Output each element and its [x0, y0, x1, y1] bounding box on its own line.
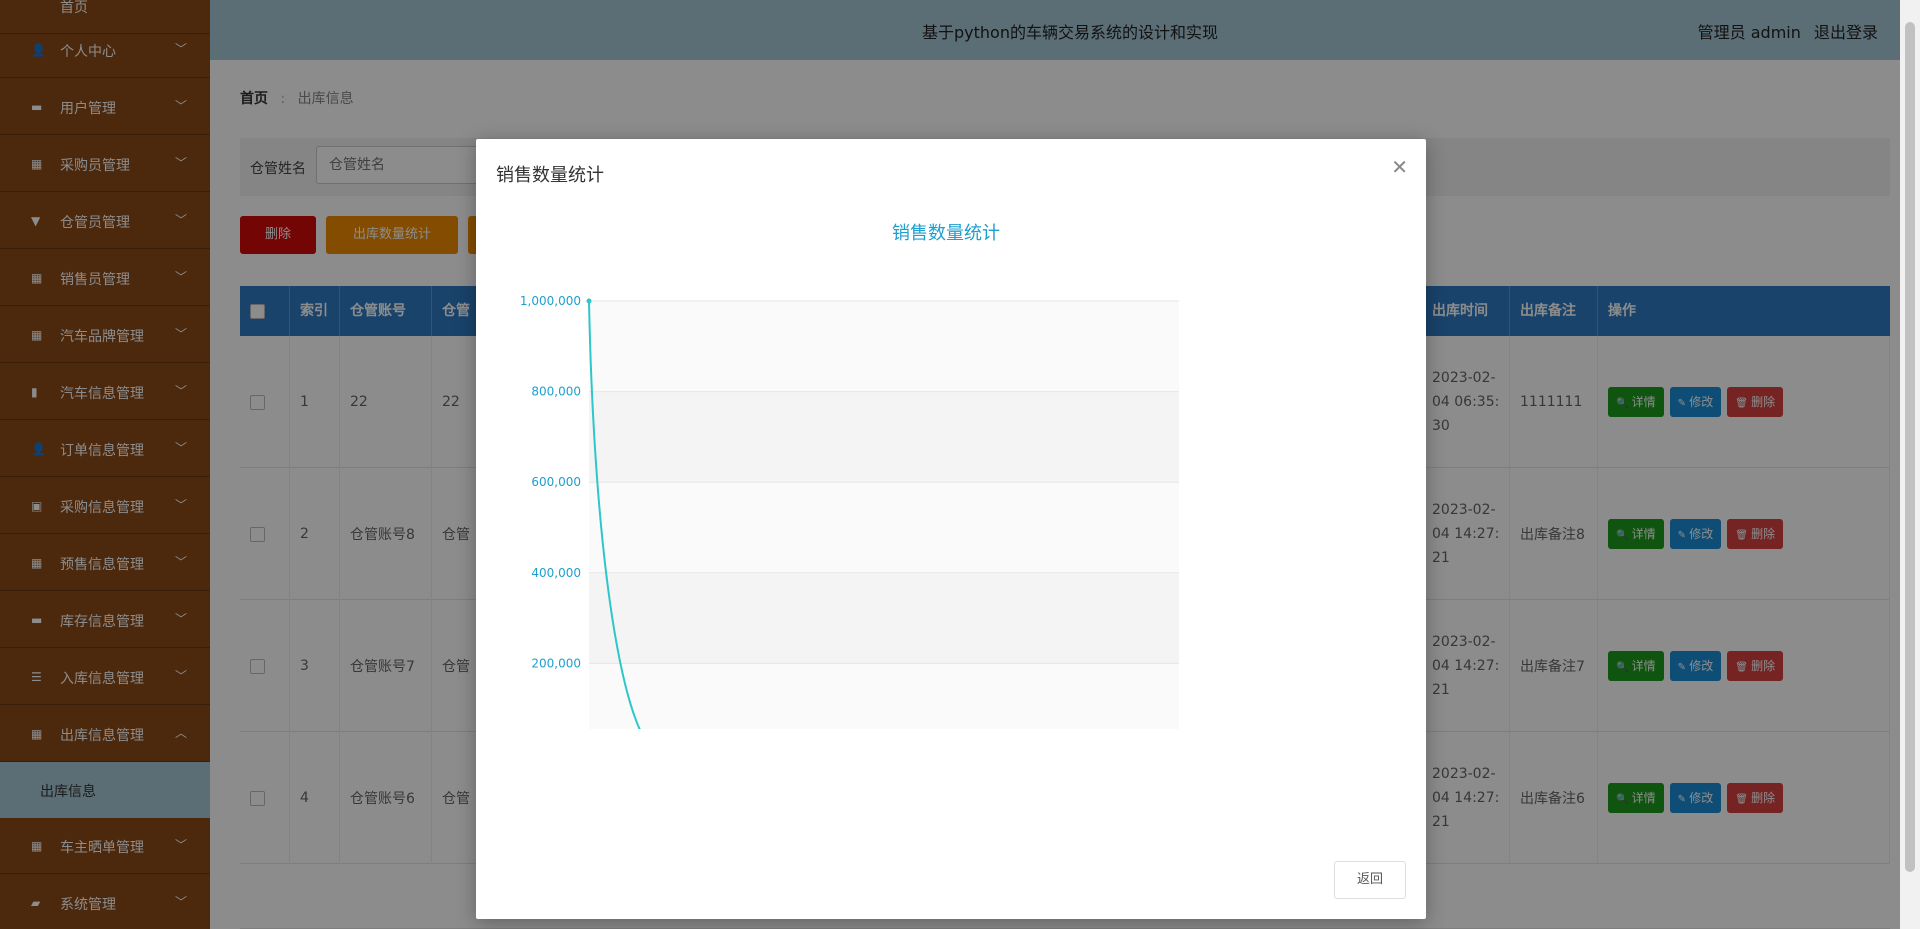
page-scrollbar[interactable] — [1900, 0, 1920, 929]
sales-chart: 销售数量统计 0200,000400,000600,000800,0001,00… — [520, 223, 1179, 729]
chart-band — [589, 663, 1179, 729]
chart-band — [589, 391, 1179, 483]
y-tick-label: 600,000 — [531, 475, 581, 489]
y-tick-label: 1,000,000 — [520, 294, 581, 308]
y-tick-label: 200,000 — [531, 656, 581, 670]
chart-title: 销售数量统计 — [892, 223, 1000, 244]
y-tick-label: 400,000 — [531, 566, 581, 580]
chart-band — [589, 301, 1179, 392]
chart-band — [589, 482, 1179, 573]
y-tick-label: 800,000 — [531, 385, 581, 399]
modal-title: 销售数量统计 — [496, 165, 604, 186]
scrollbar-thumb[interactable] — [1905, 22, 1915, 872]
close-icon[interactable]: ✕ — [1391, 155, 1408, 179]
chart-band — [589, 572, 1179, 664]
chart-modal: 销售数量统计 ✕ 销售数量统计 0200,000400,000600,00080… — [476, 139, 1426, 919]
data-point[interactable] — [586, 298, 592, 304]
return-button[interactable]: 返回 — [1334, 861, 1406, 899]
